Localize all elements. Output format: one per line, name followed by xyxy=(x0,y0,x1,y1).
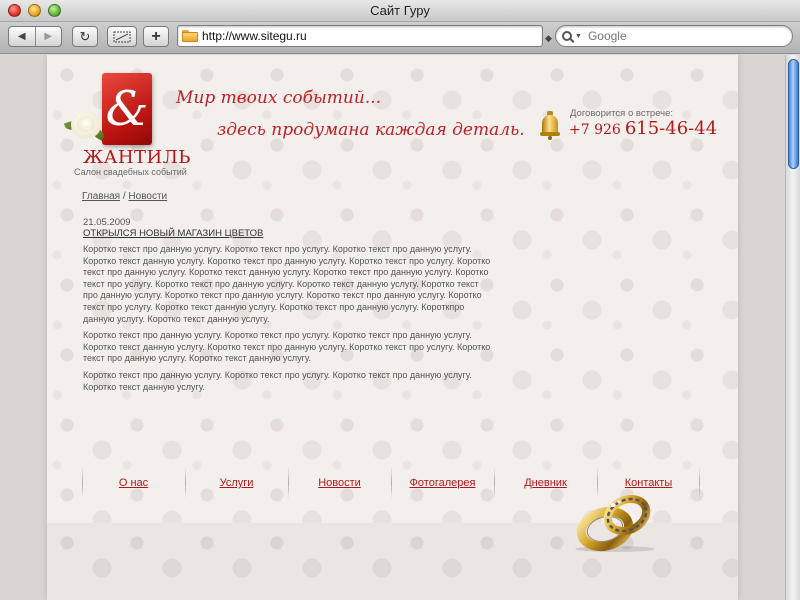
search-box[interactable]: ▼ xyxy=(555,25,793,47)
breadcrumb-home-link[interactable]: Главная xyxy=(82,191,120,202)
footer-nav-item-services: Услуги xyxy=(185,465,288,501)
footer-link-gallery[interactable]: Фотогалерея xyxy=(410,477,476,489)
reload-icon: ↻ xyxy=(79,28,91,44)
back-arrow-icon: ◀ xyxy=(17,31,26,42)
browser-toolbar: ◀ ▶ ↻ + http://www.sitegu.ru ◆ ▼ xyxy=(0,22,800,54)
chevron-down-icon[interactable]: ▼ xyxy=(575,33,582,40)
page-viewport: & ЖАНТИЛЬ Салон свадебных событий Мир тв… xyxy=(0,55,785,600)
slogan-line-2: здесь продумана каждая деталь. xyxy=(217,120,525,140)
phone-code: +7 926 xyxy=(569,122,621,138)
forward-arrow-icon: ▶ xyxy=(44,31,53,42)
footer-link-news[interactable]: Новости xyxy=(318,477,361,489)
logo-monogram: & xyxy=(105,81,149,137)
brand-subtitle: Салон свадебных событий xyxy=(74,167,187,177)
window-title: Сайт Гуру xyxy=(370,3,430,18)
breadcrumb: Главная / Новости xyxy=(82,191,167,202)
news-body: Коротко текст про данную услугу. Коротко… xyxy=(83,244,495,398)
snippet-button[interactable] xyxy=(107,26,137,47)
rose-icon xyxy=(63,107,107,143)
search-input[interactable] xyxy=(587,29,778,43)
window-titlebar: Сайт Гуру xyxy=(0,0,800,22)
back-button[interactable]: ◀ xyxy=(9,27,35,46)
logo[interactable]: & xyxy=(102,73,152,145)
bell-icon xyxy=(540,111,560,141)
address-bar[interactable]: http://www.sitegu.ru xyxy=(177,25,543,47)
brand-name[interactable]: ЖАНТИЛЬ xyxy=(83,147,191,168)
phone-number: 615-46-44 xyxy=(624,118,718,139)
footer-link-contacts[interactable]: Контакты xyxy=(625,477,673,489)
reload-button[interactable]: ↻ xyxy=(72,26,98,47)
slogan-line-1: Мир твоих событий... xyxy=(176,88,382,108)
back-forward-group: ◀ ▶ xyxy=(8,26,62,47)
address-dropdown-icon[interactable]: ◆ xyxy=(545,33,552,44)
contact-phone: +7 926 615-46-44 xyxy=(569,118,717,139)
folder-icon xyxy=(182,30,198,42)
forward-button[interactable]: ▶ xyxy=(34,27,62,46)
footer-link-services[interactable]: Услуги xyxy=(220,477,254,489)
scrollbar-thumb[interactable] xyxy=(788,59,799,169)
plus-icon: + xyxy=(151,27,161,45)
news-paragraph: Коротко текст про данную услугу. Коротко… xyxy=(83,330,491,364)
news-date: 21.05.2009 xyxy=(83,217,131,228)
footer-link-about[interactable]: О нас xyxy=(119,477,148,489)
snippet-icon xyxy=(113,31,131,42)
footer-nav-item-news: Новости xyxy=(288,465,391,501)
news-title-link[interactable]: ОТКРЫЛСЯ НОВЫЙ МАГАЗИН ЦВЕТОВ xyxy=(83,228,263,239)
footer-nav-item-gallery: Фотогалерея xyxy=(391,465,494,501)
breadcrumb-news-link[interactable]: Новости xyxy=(128,191,167,202)
site-page: & ЖАНТИЛЬ Салон свадебных событий Мир тв… xyxy=(47,55,738,600)
wedding-rings-icon xyxy=(575,494,655,552)
address-url[interactable]: http://www.sitegu.ru xyxy=(202,29,307,43)
vertical-scrollbar[interactable] xyxy=(785,55,800,600)
footer-nav-item-about: О нас xyxy=(82,465,185,501)
search-icon[interactable] xyxy=(562,31,572,41)
add-bookmark-button[interactable]: + xyxy=(143,26,169,47)
footer-link-diary[interactable]: Дневник xyxy=(524,477,567,489)
news-paragraph: Коротко текст про данную услугу. Коротко… xyxy=(83,244,491,324)
news-paragraph: Коротко текст про данную услугу. Коротко… xyxy=(83,369,472,392)
